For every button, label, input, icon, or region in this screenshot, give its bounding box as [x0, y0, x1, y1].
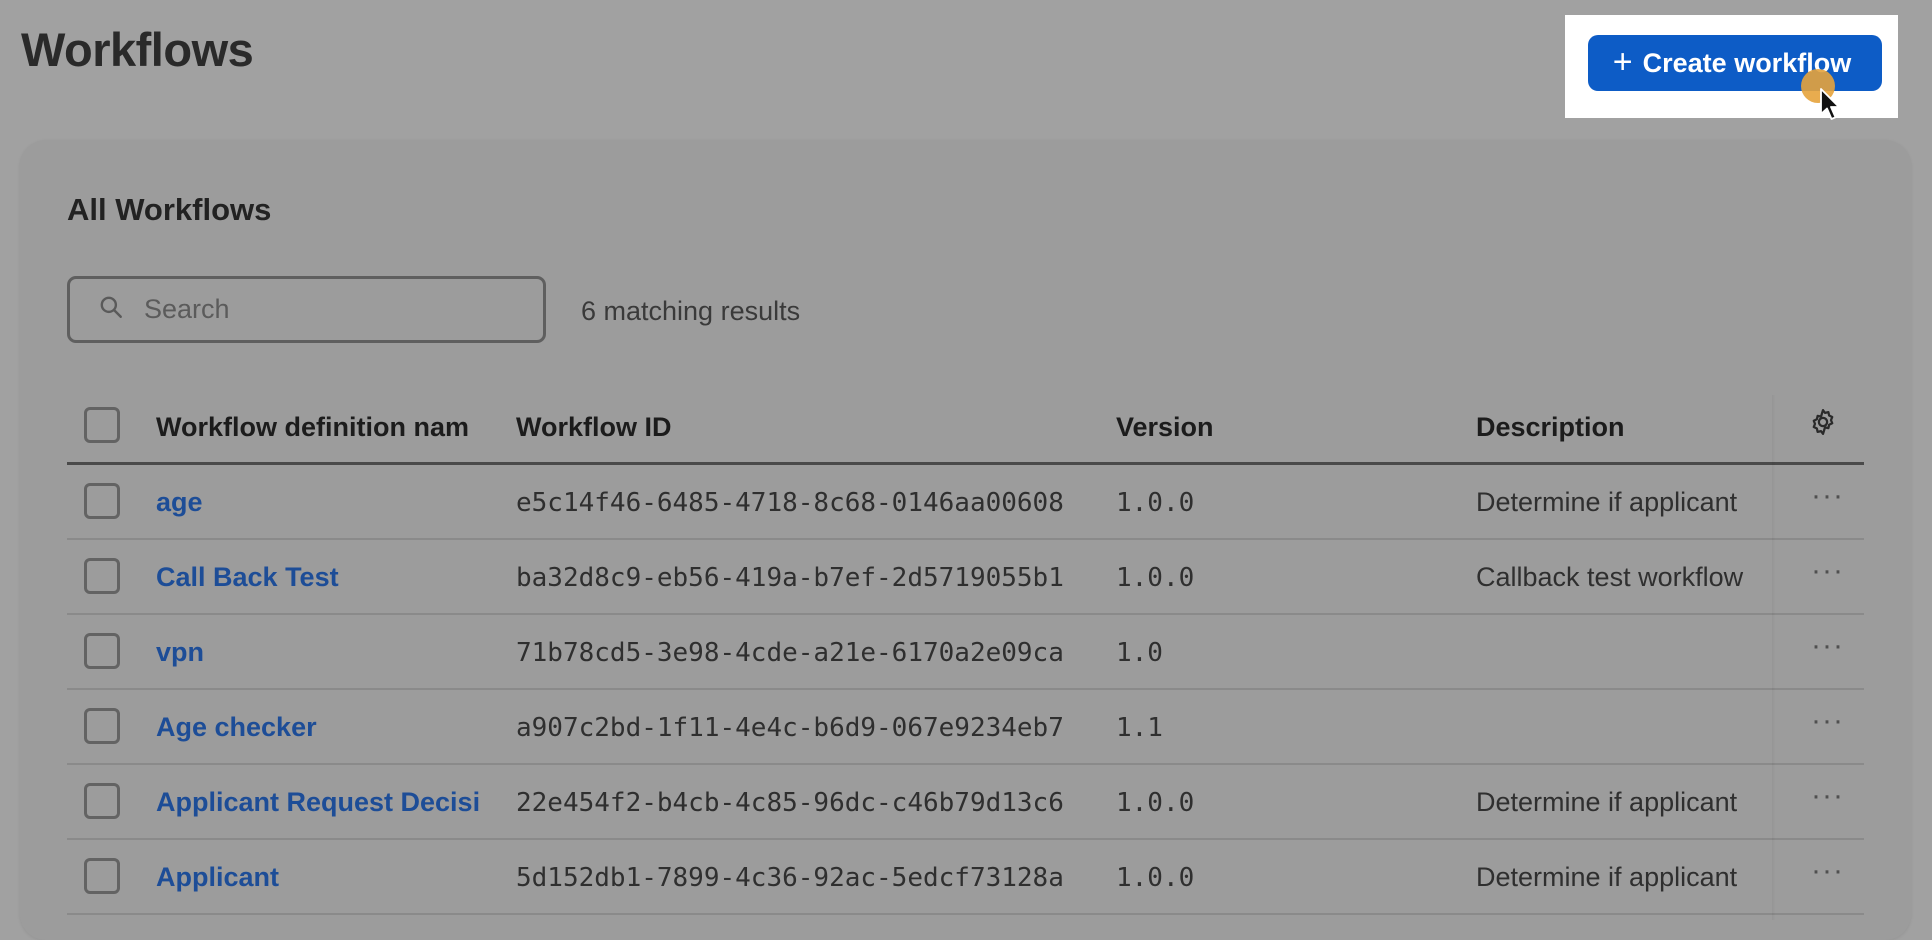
row-checkbox[interactable]: [84, 858, 120, 894]
search-icon: [98, 294, 124, 325]
workflow-name-link[interactable]: vpn: [156, 637, 506, 668]
workflows-table: Workflow definition nam Workflow ID Vers…: [67, 390, 1864, 915]
plus-icon: +: [1612, 42, 1633, 81]
column-header-description[interactable]: Description: [1476, 412, 1625, 443]
result-count: 6 matching results: [581, 296, 801, 326]
create-workflow-highlight: + Create workflow: [1565, 15, 1898, 118]
column-header-version[interactable]: Version: [1116, 412, 1214, 443]
workflow-id: ba32d8c9-eb56-419a-b7ef-2d5719055b1: [516, 563, 1064, 593]
more-icon[interactable]: ···: [1811, 629, 1844, 663]
table-row[interactable]: age e5c14f46-6485-4718-8c68-0146aa00608 …: [67, 465, 1864, 540]
workflow-description: Determine if applicant: [1476, 787, 1738, 817]
table-row[interactable]: Applicant Request Decisi 22e454f2-b4cb-4…: [67, 765, 1864, 840]
workflow-version: 1.0.0: [1116, 488, 1195, 518]
more-icon[interactable]: ···: [1811, 854, 1844, 888]
card-title: All Workflows: [67, 192, 272, 227]
workflow-version: 1.0.0: [1116, 863, 1195, 893]
table-row[interactable]: Call Back Test ba32d8c9-eb56-419a-b7ef-2…: [67, 540, 1864, 615]
table-row[interactable]: Applicant 5d152db1-7899-4c36-92ac-5edcf7…: [67, 840, 1864, 915]
select-all-checkbox[interactable]: [84, 407, 120, 443]
row-checkbox[interactable]: [84, 783, 120, 819]
workflow-description: Determine if applicant: [1476, 487, 1738, 517]
search-field[interactable]: [67, 276, 546, 343]
more-icon[interactable]: ···: [1811, 779, 1844, 813]
cursor-arrow-icon: [1820, 88, 1842, 127]
workflow-version: 1.0.0: [1116, 788, 1195, 818]
row-checkbox[interactable]: [84, 633, 120, 669]
row-checkbox[interactable]: [84, 708, 120, 744]
workflow-id: e5c14f46-6485-4718-8c68-0146aa00608: [516, 488, 1064, 518]
workflow-id: 22e454f2-b4cb-4c85-96dc-c46b79d13c6: [516, 788, 1064, 818]
workflow-name-link[interactable]: Age checker: [156, 712, 506, 743]
table-row[interactable]: vpn 71b78cd5-3e98-4cde-a21e-6170a2e09ca …: [67, 615, 1864, 690]
column-header-name[interactable]: Workflow definition nam: [156, 412, 551, 443]
workflow-description: Determine if applicant: [1476, 862, 1738, 892]
column-header-id[interactable]: Workflow ID: [516, 412, 672, 443]
create-workflow-button[interactable]: + Create workflow: [1588, 35, 1882, 91]
table-header: Workflow definition nam Workflow ID Vers…: [67, 390, 1864, 465]
workflow-name-link[interactable]: Call Back Test: [156, 562, 506, 593]
more-icon[interactable]: ···: [1811, 554, 1844, 588]
table-row[interactable]: Age checker a907c2bd-1f11-4e4c-b6d9-067e…: [67, 690, 1864, 765]
row-checkbox[interactable]: [84, 483, 120, 519]
page-title: Workflows: [21, 23, 254, 76]
workflow-id: 5d152db1-7899-4c36-92ac-5edcf73128a: [516, 863, 1064, 893]
sticky-column-divider: [1772, 395, 1776, 920]
workflow-name-link[interactable]: age: [156, 487, 506, 518]
workflow-name-link[interactable]: Applicant Request Decisi: [156, 787, 506, 818]
workflow-name-link[interactable]: Applicant: [156, 862, 506, 893]
workflow-id: a907c2bd-1f11-4e4c-b6d9-067e9234eb7: [516, 713, 1064, 743]
more-icon[interactable]: ···: [1811, 479, 1844, 513]
workflow-id: 71b78cd5-3e98-4cde-a21e-6170a2e09ca: [516, 638, 1064, 668]
workflow-version: 1.1: [1116, 713, 1163, 743]
workflow-version: 1.0: [1116, 638, 1163, 668]
gear-icon[interactable]: [1808, 407, 1838, 442]
search-input[interactable]: [142, 293, 526, 326]
workflow-version: 1.0.0: [1116, 563, 1195, 593]
more-icon[interactable]: ···: [1811, 704, 1844, 738]
row-checkbox[interactable]: [84, 558, 120, 594]
workflow-description: Callback test workflow: [1476, 562, 1744, 592]
